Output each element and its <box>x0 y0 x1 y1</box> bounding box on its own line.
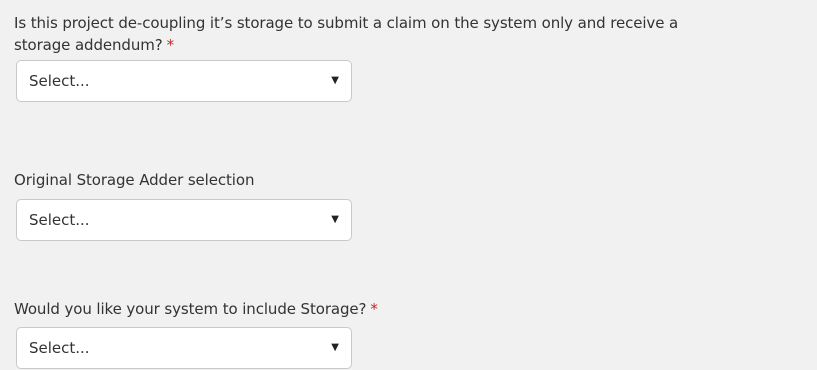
select-value: Select... <box>29 211 90 229</box>
decoupling-storage-label-line2: storage addendum? * <box>14 34 678 56</box>
include-storage-label: Would you like your system to include St… <box>14 298 378 320</box>
required-marker: * <box>166 36 175 54</box>
decoupling-storage-label-line1: Is this project de-coupling it’s storage… <box>14 14 679 32</box>
include-storage-label-text: Would you like your system to include St… <box>14 300 367 318</box>
include-storage-field: Would you like your system to include St… <box>14 298 378 369</box>
decoupling-storage-label: Is this project de-coupling it’s storage… <box>14 12 678 56</box>
required-marker: * <box>370 300 378 318</box>
select-value: Select... <box>29 72 90 90</box>
include-storage-select[interactable]: Select... ▼ <box>16 327 352 369</box>
caret-down-icon: ▼ <box>331 342 339 353</box>
caret-down-icon: ▼ <box>331 214 339 225</box>
decoupling-storage-field: Is this project de-coupling it’s storage… <box>14 12 678 102</box>
original-storage-adder-label: Original Storage Adder selection <box>14 171 255 189</box>
decoupling-storage-select[interactable]: Select... ▼ <box>16 60 352 102</box>
form-panel: Is this project de-coupling it’s storage… <box>0 0 817 370</box>
caret-down-icon: ▼ <box>331 75 339 86</box>
original-storage-adder-select[interactable]: Select... ▼ <box>16 199 352 241</box>
original-storage-adder-field: Original Storage Adder selection Select.… <box>14 169 352 241</box>
decoupling-storage-label-text: storage addendum? <box>14 36 163 54</box>
select-value: Select... <box>29 339 90 357</box>
